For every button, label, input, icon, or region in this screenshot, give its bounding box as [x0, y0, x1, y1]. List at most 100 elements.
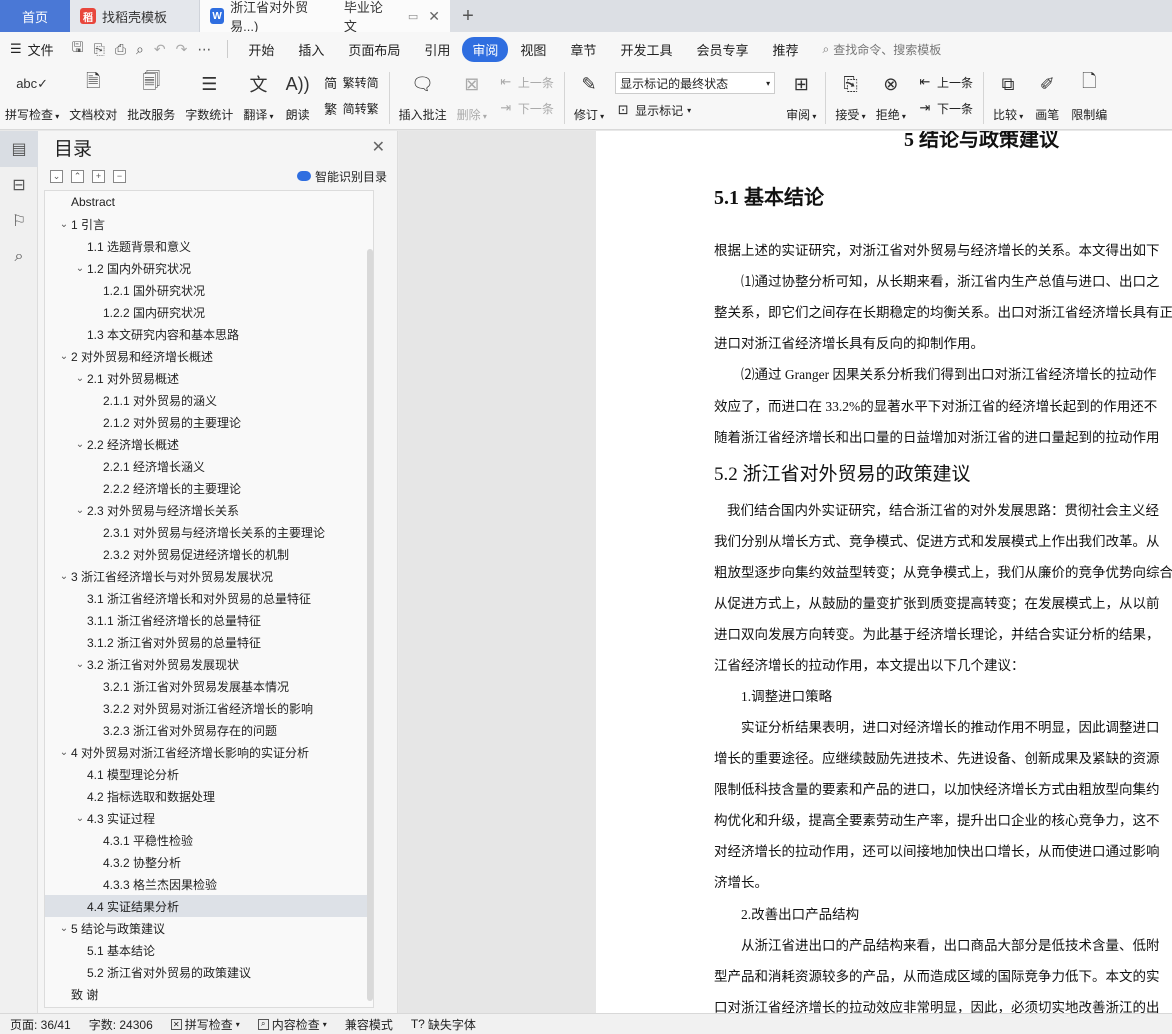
- insert-comment-button[interactable]: 🗨 插入批注: [394, 70, 452, 123]
- toc-item[interactable]: 5.2 浙江省对外贸易的政策建议: [45, 961, 373, 983]
- chevron-down-icon[interactable]: ⌄: [73, 373, 87, 384]
- prev-comment-button[interactable]: ⇤ 上一条: [498, 72, 553, 92]
- redo-icon[interactable]: ↷: [176, 41, 188, 58]
- accept-button[interactable]: ⎘ 接受 ▾: [830, 70, 870, 123]
- tab-document[interactable]: W 浙江省对外贸易...) 毕业论文 ▭ ✕: [200, 0, 450, 34]
- toc-item[interactable]: 2.1.2 对外贸易的主要理论: [45, 411, 373, 433]
- prev-revision-button[interactable]: ⇤ 上一条: [917, 72, 973, 92]
- reject-button[interactable]: ⊗ 拒绝 ▾: [871, 70, 911, 123]
- toc-item[interactable]: 3.2.1 浙江省对外贸易发展基本情况: [45, 675, 373, 697]
- toc-item[interactable]: 4.3.1 平稳性检验: [45, 829, 373, 851]
- display-mode-select[interactable]: 显示标记的最终状态 ▾: [615, 72, 776, 94]
- toc-item[interactable]: 4.3.2 协整分析: [45, 851, 373, 873]
- chevron-down-icon[interactable]: ⌄: [73, 505, 87, 516]
- toc-item[interactable]: ⌄ 3.2 浙江省对外贸易发展现状: [45, 653, 373, 675]
- close-tab-icon[interactable]: ✕: [428, 8, 440, 25]
- toc-item[interactable]: ⌄ 1 引言: [45, 213, 373, 235]
- more-icon[interactable]: ⋯: [197, 41, 211, 58]
- toc-item[interactable]: 3.1.1 浙江省经济增长的总量特征: [45, 609, 373, 631]
- toc-item[interactable]: ⌄ 1.2 国内外研究状况: [45, 257, 373, 279]
- chevron-down-icon[interactable]: ⌄: [73, 659, 87, 670]
- window-icon[interactable]: ▭: [408, 10, 418, 23]
- chapter-icon[interactable]: ⊟: [0, 167, 38, 203]
- spell-check-status[interactable]: ✕ 拼写检查 ▾: [170, 1016, 240, 1033]
- toc-item[interactable]: ⌄ 2.3 对外贸易与经济增长关系: [45, 499, 373, 521]
- toc-item[interactable]: ⌄ 2.2 经济增长概述: [45, 433, 373, 455]
- next-revision-button[interactable]: ⇥ 下一条: [917, 98, 973, 118]
- chevron-down-icon[interactable]: ⌄: [57, 571, 71, 582]
- toc-item[interactable]: 1.1 选题背景和意义: [45, 235, 373, 257]
- tab-home[interactable]: 首页: [0, 0, 70, 32]
- menu-start[interactable]: 开始: [236, 37, 286, 62]
- simp-to-trad-button[interactable]: 繁简转繁: [323, 98, 379, 118]
- toc-item[interactable]: Abstract: [45, 191, 373, 213]
- toc-item[interactable]: 2.1.1 对外贸易的涵义: [45, 389, 373, 411]
- bookmark-icon[interactable]: ⚐: [0, 203, 38, 239]
- toc-item[interactable]: ⌄ 2.1 对外贸易概述: [45, 367, 373, 389]
- missing-font-status[interactable]: T? 缺失字体: [411, 1016, 476, 1033]
- toc-item[interactable]: 2.2.1 经济增长涵义: [45, 455, 373, 477]
- compare-button[interactable]: ⧉ 比较 ▾: [988, 70, 1028, 123]
- toc-item[interactable]: 致 谢: [45, 983, 373, 1005]
- toc-item[interactable]: 2.3.2 对外贸易促进经济增长的机制: [45, 543, 373, 565]
- toc-item[interactable]: 1.2.1 国外研究状况: [45, 279, 373, 301]
- toc-item[interactable]: 2.3.1 对外贸易与经济增长关系的主要理论: [45, 521, 373, 543]
- search-icon[interactable]: ⌕: [0, 239, 38, 275]
- export-icon[interactable]: ⎘: [94, 41, 105, 58]
- new-tab-button[interactable]: +: [450, 0, 486, 32]
- print-icon[interactable]: ⎙: [115, 41, 126, 58]
- toc-item[interactable]: 4.3.3 格兰杰因果检验: [45, 873, 373, 895]
- toc-item[interactable]: 4.4 实证结果分析: [45, 895, 373, 917]
- toc-item[interactable]: 3.2.3 浙江省对外贸易存在的问题: [45, 719, 373, 741]
- menu-view[interactable]: 视图: [508, 37, 558, 62]
- toc-item[interactable]: ⌄ 2 对外贸易和经济增长概述: [45, 345, 373, 367]
- menu-reference[interactable]: 引用: [412, 37, 462, 62]
- menu-chapter[interactable]: 章节: [558, 37, 608, 62]
- delete-comment-button[interactable]: ⊠ 删除 ▾: [452, 70, 492, 123]
- translate-button[interactable]: 文 翻译 ▾: [238, 70, 278, 123]
- page-indicator[interactable]: 页面: 36/41: [10, 1016, 71, 1033]
- collapse-all-icon[interactable]: −: [113, 169, 126, 183]
- expand-all-icon[interactable]: +: [92, 169, 105, 183]
- save-icon[interactable]: 🖫: [72, 37, 84, 61]
- command-search[interactable]: ⌕ 查找命令、搜索模板: [822, 41, 941, 58]
- word-count[interactable]: 字数: 24306: [89, 1016, 153, 1033]
- chevron-down-icon[interactable]: ⌄: [73, 439, 87, 450]
- chevron-down-icon[interactable]: ⌄: [57, 351, 71, 362]
- menu-layout[interactable]: 页面布局: [336, 37, 412, 62]
- menu-recommend[interactable]: 推荐: [760, 37, 810, 62]
- content-check-status[interactable]: ⌕ 内容检查 ▾: [257, 1016, 327, 1033]
- toc-item[interactable]: 2.2.2 经济增长的主要理论: [45, 477, 373, 499]
- menu-review[interactable]: 审阅: [462, 36, 509, 62]
- toc-panel-icon[interactable]: ▤: [0, 131, 38, 167]
- toc-item[interactable]: 3.1.2 浙江省对外贸易的总量特征: [45, 631, 373, 653]
- toc-item[interactable]: ⌄ 5 结论与政策建议: [45, 917, 373, 939]
- close-icon[interactable]: ✕: [372, 137, 385, 157]
- toc-item[interactable]: 1.2.2 国内研究状况: [45, 301, 373, 323]
- menu-insert[interactable]: 插入: [286, 37, 336, 62]
- chevron-down-icon[interactable]: ⌄: [57, 219, 71, 230]
- tab-template[interactable]: 稻 找稻壳模板: [70, 0, 200, 32]
- toc-item[interactable]: ⌄ 4 对外贸易对浙江省经济增长影响的实证分析: [45, 741, 373, 763]
- toc-scrollbar[interactable]: [367, 249, 373, 1001]
- toc-item[interactable]: 4.1 模型理论分析: [45, 763, 373, 785]
- revise-button[interactable]: ✎ 修订 ▾: [569, 70, 609, 123]
- pen-button[interactable]: ✐ 画笔: [1028, 70, 1066, 123]
- read-aloud-button[interactable]: A)) 朗读: [279, 70, 317, 123]
- smart-toc-button[interactable]: 智能识别目录: [296, 168, 387, 185]
- chevron-down-icon[interactable]: ⌄: [73, 813, 87, 824]
- undo-icon[interactable]: ↶: [154, 41, 166, 58]
- chevron-down-icon[interactable]: ⌄: [73, 263, 87, 274]
- toc-item[interactable]: 3.2.2 对外贸易对浙江省经济增长的影响: [45, 697, 373, 719]
- file-menu[interactable]: ☰ 文件: [10, 40, 64, 59]
- chevron-down-icon[interactable]: ⌄: [57, 923, 71, 934]
- chevron-down-icon[interactable]: ⌄: [57, 747, 71, 758]
- document-page[interactable]: 5 结论与政策建议 5.1 基本结论 根据上述的实证研究，对浙江省对外贸易与经济…: [596, 131, 1172, 1013]
- batch-service-button[interactable]: 🗐 批改服务: [122, 70, 180, 123]
- show-marks-button[interactable]: ⊡ 显示标记 ▾: [615, 100, 775, 120]
- toc-item[interactable]: 1.3 本文研究内容和基本思路: [45, 323, 373, 345]
- menu-vip[interactable]: 会员专享: [684, 37, 760, 62]
- toc-item[interactable]: 4.2 指标选取和数据处理: [45, 785, 373, 807]
- word-count-button[interactable]: ☰ 字数统计: [180, 70, 238, 123]
- menu-devtools[interactable]: 开发工具: [608, 37, 684, 62]
